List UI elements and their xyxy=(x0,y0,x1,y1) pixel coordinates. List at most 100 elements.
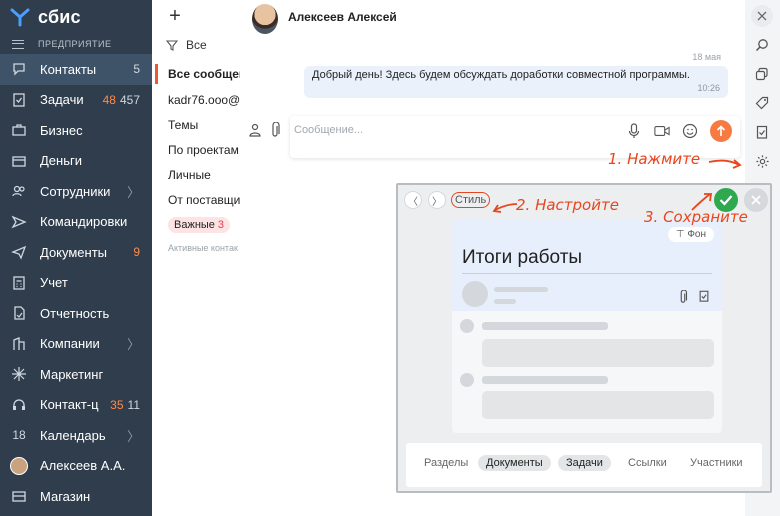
background-button[interactable]: ⊤ Фон xyxy=(667,227,714,242)
close-button[interactable] xyxy=(751,5,773,27)
folder-topics[interactable]: Темы xyxy=(168,118,198,132)
sidebar-item-reports[interactable]: Отчетность xyxy=(0,298,152,329)
contacts-panel: + Все Все сообщен kadr76.ooo@y Темы По п… xyxy=(152,0,240,516)
arrow-icon xyxy=(691,193,713,211)
avatar[interactable] xyxy=(252,4,278,34)
background-label: Фон xyxy=(687,229,706,240)
send-button[interactable] xyxy=(710,120,732,142)
sidebar-item-label: Документы xyxy=(40,244,108,260)
person-icon[interactable] xyxy=(248,122,262,138)
tab-links[interactable]: Ссылки xyxy=(628,457,667,469)
sidebar-item-marketing[interactable]: Маркетинг xyxy=(0,359,152,390)
chevron-right-icon[interactable]: 〉 xyxy=(127,182,140,201)
forward-button[interactable]: 〉 xyxy=(428,191,446,209)
folder-projects[interactable]: По проектам xyxy=(168,143,239,157)
checkmark-icon xyxy=(719,195,733,206)
avatar-placeholder xyxy=(462,281,488,307)
close-icon xyxy=(751,195,761,205)
add-button[interactable]: + xyxy=(164,6,186,28)
sidebar-item-label: Бизнес xyxy=(40,122,83,138)
calendar-icon: 18 xyxy=(12,428,26,443)
text-placeholder xyxy=(494,299,516,304)
important-tag[interactable]: Важные 3 xyxy=(168,217,231,233)
logo[interactable]: сбис xyxy=(0,0,152,34)
card-title[interactable]: Итоги работы xyxy=(462,247,582,269)
sidebar-item-companies[interactable]: Компании 〉 xyxy=(0,329,152,360)
sidebar-item-business[interactable]: Бизнес xyxy=(0,115,152,146)
sidebar-item-label: Учет xyxy=(40,275,68,291)
chevron-right-icon[interactable]: 〉 xyxy=(127,426,140,445)
clipboard-check-icon xyxy=(10,91,28,109)
gear-icon xyxy=(755,154,769,168)
important-count: 3 xyxy=(217,219,225,231)
sidebar-item-calendar[interactable]: 18 Календарь 〉 xyxy=(0,420,152,451)
sidebar-item-label: Контакты xyxy=(40,61,97,77)
annotation-step2: 2. Настройте xyxy=(516,196,619,214)
folder-personal[interactable]: Личные xyxy=(168,168,211,182)
video-icon[interactable] xyxy=(654,123,670,139)
logo-icon xyxy=(10,8,30,27)
tab-bar: Разделы Документы Задачи Ссылки Участник… xyxy=(406,443,762,487)
message-bubble[interactable]: Добрый день! Здесь будем обсуждать дораб… xyxy=(304,66,728,98)
sidebar-item-profile[interactable]: Алексеев А.А. xyxy=(0,451,152,482)
important-label: Важные xyxy=(174,219,215,231)
sidebar-item-tasks[interactable]: Задачи 48 457 xyxy=(0,85,152,116)
sidebar-item-count: 11 xyxy=(127,397,140,412)
emoji-icon[interactable] xyxy=(682,123,698,139)
preview-card: ⊤ Фон Итоги работы xyxy=(452,219,722,433)
sidebar-item-label: Задачи xyxy=(40,92,84,108)
folder-suppliers[interactable]: От поставщи xyxy=(168,193,240,207)
search-button[interactable] xyxy=(751,34,773,56)
sidebar-item-documents[interactable]: Документы 9 xyxy=(0,237,152,268)
close-icon xyxy=(757,11,767,21)
sidebar-item-trips[interactable]: Командировки xyxy=(0,207,152,238)
copy-button[interactable] xyxy=(751,63,773,85)
style-settings-dialog: 〈 〉 Стиль ⊤ Фон Итоги работы Разделы Док… xyxy=(396,183,772,493)
message-date: 18 мая xyxy=(692,52,721,62)
settings-button[interactable] xyxy=(751,150,773,172)
chevron-right-icon[interactable]: 〉 xyxy=(127,334,140,353)
sidebar-item-accounting[interactable]: Учет xyxy=(0,268,152,299)
text-placeholder xyxy=(482,376,608,384)
tab-sections[interactable]: Разделы xyxy=(424,457,468,469)
annotation-step1: 1. Нажмите xyxy=(608,150,701,168)
folder-all-messages[interactable]: Все сообщен xyxy=(168,67,240,81)
building-icon xyxy=(10,335,28,353)
sidebar-item-label: Деньги xyxy=(40,153,82,169)
copy-icon xyxy=(755,67,768,81)
card-header: ⊤ Фон Итоги работы xyxy=(452,219,722,311)
menu-icon[interactable] xyxy=(12,39,24,49)
store-icon xyxy=(10,487,28,505)
folder-email[interactable]: kadr76.ooo@y xyxy=(168,93,240,107)
style-button[interactable]: Стиль xyxy=(451,192,491,208)
attach-icon[interactable] xyxy=(268,122,282,138)
divider xyxy=(462,273,712,274)
tab-participants[interactable]: Участники xyxy=(690,457,743,469)
sidebar-item-contacts[interactable]: Контакты 5 xyxy=(0,54,152,85)
clipboard-check-icon xyxy=(756,125,768,139)
tag-button[interactable] xyxy=(751,92,773,114)
chat-contact-name[interactable]: Алексеев Алексей xyxy=(288,10,397,24)
avatar-placeholder xyxy=(460,319,474,333)
tag-icon xyxy=(755,96,769,110)
sidebar-item-employees[interactable]: Сотрудники 〉 xyxy=(0,176,152,207)
tab-documents[interactable]: Документы xyxy=(478,455,551,471)
attach-icon xyxy=(680,290,688,303)
tab-tasks[interactable]: Задачи xyxy=(558,455,611,471)
avatar xyxy=(10,456,28,475)
active-contacts-label: Активные контак xyxy=(168,243,238,253)
sidebar-item-store[interactable]: Магазин xyxy=(0,481,152,512)
microphone-icon[interactable] xyxy=(626,123,642,139)
sidebar-item-count-new: 9 xyxy=(133,245,140,260)
org-switcher[interactable]: ПРЕДПРИЯТИЕ xyxy=(0,34,152,54)
message-placeholder xyxy=(482,391,714,419)
back-button[interactable]: 〈 xyxy=(404,191,422,209)
wallet-icon xyxy=(10,152,28,170)
headset-icon xyxy=(10,396,28,414)
task-button[interactable] xyxy=(751,121,773,143)
text-placeholder xyxy=(482,322,608,330)
filter-button[interactable]: Все xyxy=(166,38,207,52)
sidebar-item-contact-center[interactable]: Контакт-ц 35 11 xyxy=(0,390,152,421)
message-placeholder xyxy=(482,339,714,367)
sidebar-item-money[interactable]: Деньги xyxy=(0,146,152,177)
